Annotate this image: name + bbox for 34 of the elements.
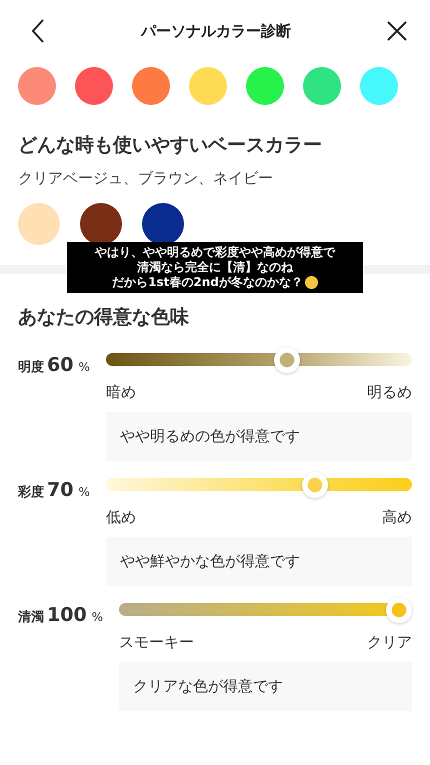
trait-name: 明度 (18, 358, 44, 376)
result-note: クリアな色が得意です (119, 662, 412, 711)
page-title: パーソナルカラー診断 (141, 22, 291, 40)
trait-value: 60 (47, 354, 74, 376)
unit-text: % (92, 610, 104, 624)
slider-track[interactable] (106, 347, 412, 373)
low-label: 暗め (106, 383, 136, 402)
low-label: 低め (106, 508, 136, 527)
slider-thumb[interactable] (386, 597, 412, 623)
unit-text: % (78, 485, 90, 499)
slider-thumb[interactable] (274, 347, 300, 373)
slider-track[interactable] (106, 472, 412, 498)
slider-track[interactable] (119, 597, 412, 623)
trait-value: 70 (47, 479, 74, 501)
trait-name: 清濁 (18, 609, 44, 626)
caption-text: やはり、やや明るめで彩度やや高めが得意で (95, 245, 335, 260)
low-label: スモーキー (119, 633, 194, 652)
section-title: どんな時も使いやすいベースカラー (18, 133, 323, 158)
back-icon[interactable] (30, 18, 46, 44)
caption-text: だから1st春の2ndが冬なのかな？ (112, 275, 303, 290)
unit-text: % (78, 360, 90, 374)
slider-thumb[interactable] (302, 472, 328, 498)
emoji-icon (304, 276, 318, 289)
section-title: あなたの得意な色味 (18, 305, 190, 330)
close-icon[interactable] (386, 20, 408, 42)
trait-name: 彩度 (18, 484, 44, 501)
high-label: 明るめ (367, 383, 412, 402)
color-names: クリアベージュ、ブラウン、ネイビー (18, 169, 274, 188)
result-note: やや鮮やかな色が得意です (106, 537, 412, 586)
trait-value: 100 (47, 604, 87, 626)
result-note: やや明るめの色が得意です (106, 412, 412, 461)
high-label: クリア (367, 633, 412, 652)
caption-text: 清濁なら完全に【清】なのね (137, 260, 293, 275)
high-label: 高め (382, 508, 412, 527)
